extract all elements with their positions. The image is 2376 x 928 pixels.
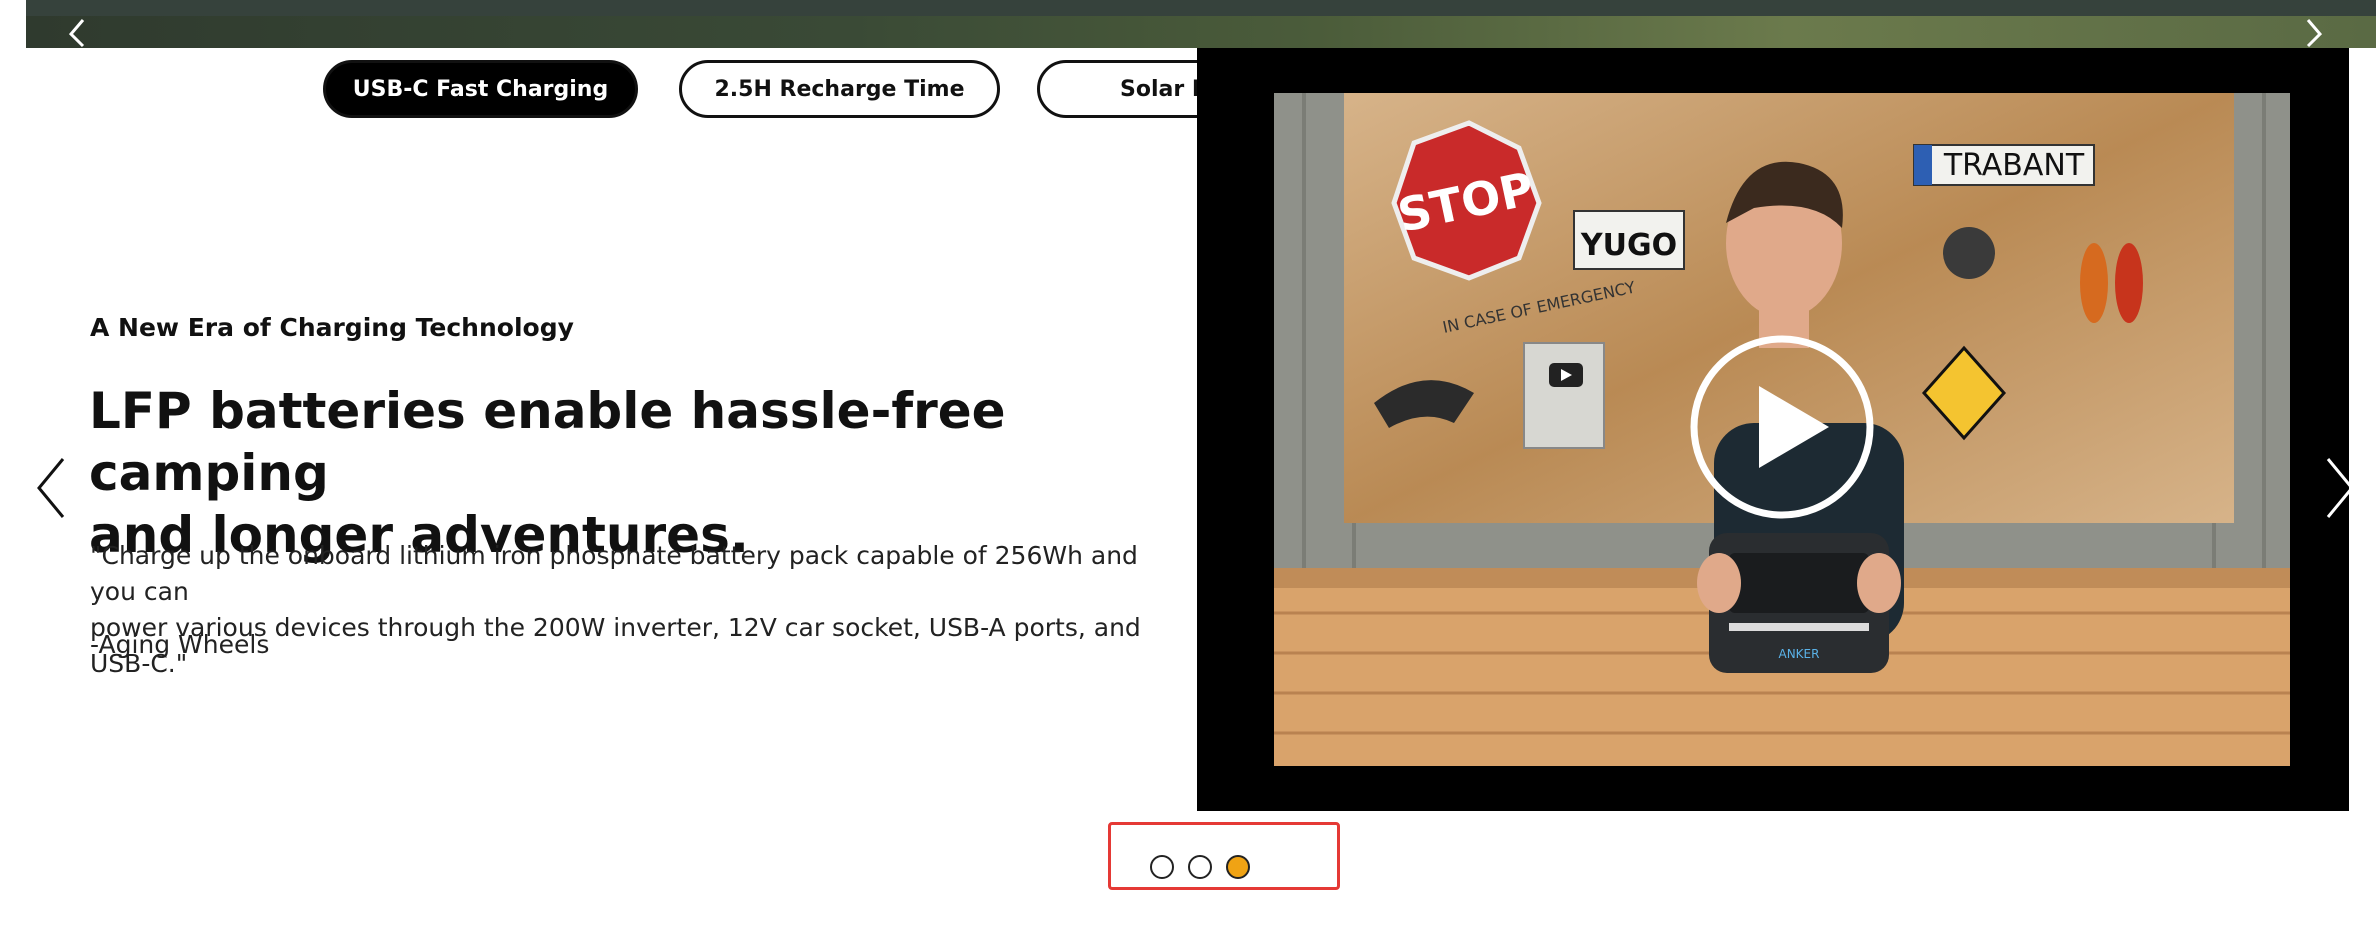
pagination-highlight xyxy=(1108,822,1340,890)
top-next-chevron-icon[interactable] xyxy=(2298,16,2328,48)
headline-line-1: LFP batteries enable hassle-free camping xyxy=(89,382,1006,502)
prev-slide-chevron-left-icon[interactable] xyxy=(33,455,69,521)
review-quote: "Charge up the onboard lithium iron phos… xyxy=(90,538,1170,682)
top-strip-bar xyxy=(26,0,2376,16)
tab-label: 2.5H Recharge Time xyxy=(714,76,965,102)
carousel-dot-2[interactable] xyxy=(1188,855,1212,879)
tab-usb-c-fast-charging[interactable]: USB-C Fast Charging xyxy=(323,60,638,118)
top-prev-chevron-icon[interactable] xyxy=(63,16,93,48)
tab-recharge-time[interactable]: 2.5H Recharge Time xyxy=(679,60,1000,118)
section-eyebrow: A New Era of Charging Technology xyxy=(90,313,574,342)
quote-author: -Aging Wheels xyxy=(90,630,270,659)
top-carousel-strip xyxy=(26,0,2376,48)
yugo-plate-text: YUGO xyxy=(1580,228,1677,263)
quote-line-1: "Charge up the onboard lithium iron phos… xyxy=(90,541,1138,606)
trabant-plate-text: TRABANT xyxy=(1943,148,2085,183)
carousel-dot-3[interactable] xyxy=(1226,855,1250,879)
tab-label: USB-C Fast Charging xyxy=(352,76,609,102)
carousel-dot-1[interactable] xyxy=(1150,855,1174,879)
next-slide-chevron-right-icon[interactable] xyxy=(2322,455,2358,521)
product-brand-text: ANKER xyxy=(1779,647,1820,661)
play-icon[interactable] xyxy=(1689,334,1875,520)
